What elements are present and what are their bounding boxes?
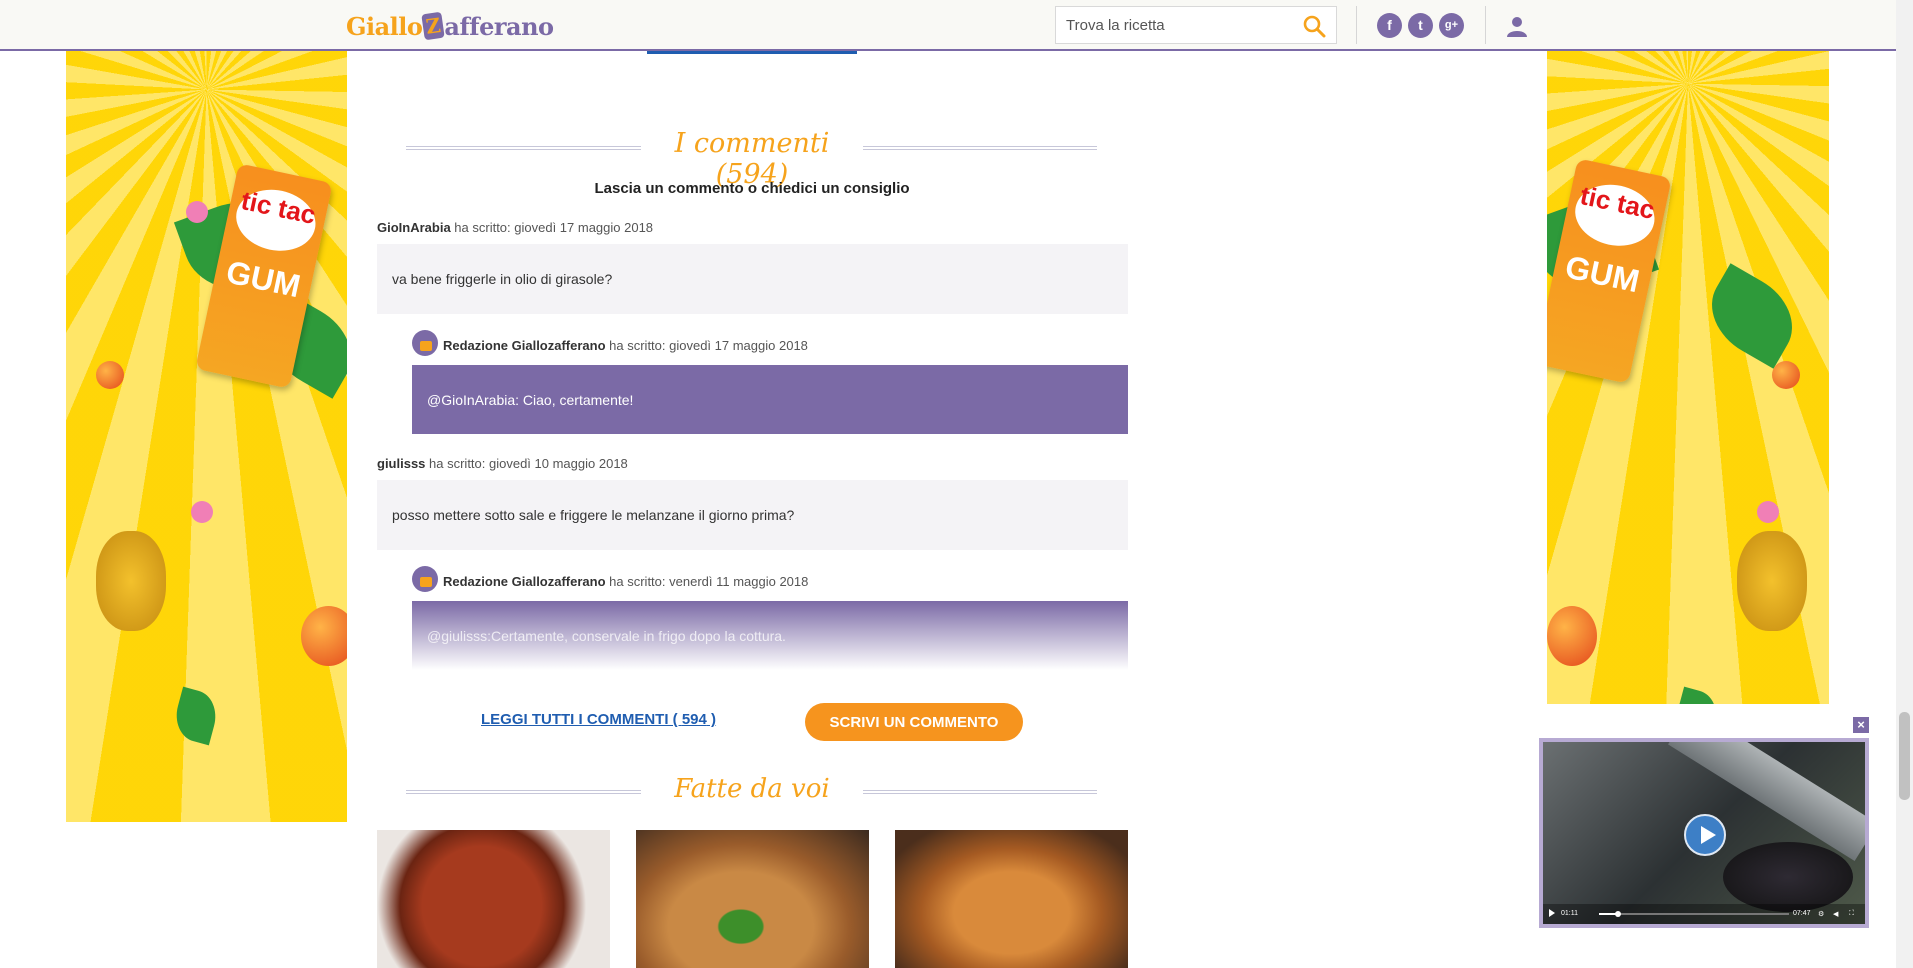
ad-product-label: GUM (223, 253, 304, 305)
ad-banner-right[interactable]: tic tac GUM (1547, 51, 1829, 704)
comment-author[interactable]: giulisss (377, 456, 425, 471)
user-photo-thumbnail[interactable] (895, 830, 1128, 968)
reply-text: @giulisss:Certamente, conservale in frig… (427, 627, 786, 644)
link-underline-fragment (647, 51, 857, 54)
comment-body: posso mettere sotto sale e friggere le m… (377, 480, 1128, 550)
video-player[interactable]: 01:11 07:47 ⚙ ◀ ⛶ (1539, 738, 1869, 928)
ad-flower (186, 201, 208, 223)
comment-body: va bene friggerle in olio di girasole? (377, 244, 1128, 314)
section-divider (406, 790, 641, 794)
facebook-icon[interactable]: f (1377, 13, 1402, 38)
user-photo-thumbnail[interactable] (636, 830, 869, 968)
ad-brand-label: tic tac (230, 182, 322, 258)
ad-mango (1547, 606, 1597, 666)
comment-meta: giulisss ha scritto: giovedì 10 maggio 2… (377, 456, 628, 471)
read-all-label: LEGGI TUTTI I COMMENTI ( (481, 711, 682, 728)
fatte-da-voi-title: Fatte da voi (674, 774, 830, 804)
comments-subtitle: Lascia un commento o chiedici un consigl… (594, 180, 910, 197)
twitter-icon[interactable]: t (1408, 13, 1433, 38)
ad-banner-left[interactable]: tic tac GUM (66, 51, 347, 822)
comment-text: posso mettere sotto sale e friggere le m… (392, 507, 795, 523)
header-divider (1485, 6, 1486, 44)
video-controls: 01:11 07:47 ⚙ ◀ ⛶ (1543, 904, 1865, 924)
comment-text: va bene friggerle in olio di girasole? (392, 271, 613, 287)
reply-date: ha scritto: giovedì 17 maggio 2018 (605, 338, 808, 353)
reply-date: ha scritto: venerdì 11 maggio 2018 (605, 574, 809, 589)
ad-brand-label: tic tac (1569, 177, 1661, 253)
ad-mango (301, 606, 347, 666)
reply-author: Redazione Giallozafferano (443, 574, 606, 589)
ad-pineapple (96, 531, 166, 631)
ad-product-label: GUM (1562, 248, 1643, 300)
settings-icon[interactable]: ⚙ (1818, 910, 1824, 918)
write-comment-button[interactable]: SCRIVI UN COMMENTO (805, 703, 1023, 741)
play-small-icon[interactable] (1549, 909, 1555, 917)
ad-flower (191, 501, 213, 523)
read-all-count: 594 (681, 711, 707, 728)
section-divider (863, 790, 1097, 794)
user-icon[interactable] (1505, 14, 1529, 38)
read-all-comments-link[interactable]: LEGGI TUTTI I COMMENTI ( 594 ) (481, 711, 716, 728)
reply-text: @GioInArabia: Ciao, certamente! (427, 391, 634, 408)
section-divider (406, 146, 641, 150)
ad-fruit (1772, 361, 1800, 389)
user-photo-thumbnail[interactable] (377, 830, 610, 968)
read-all-suffix: ) (706, 711, 717, 728)
page-scrollbar[interactable] (1896, 0, 1913, 968)
search-icon[interactable] (1302, 14, 1326, 38)
video-progress-handle[interactable] (1615, 911, 1621, 917)
search-box (1055, 6, 1337, 44)
reply-author: Redazione Giallozafferano (443, 338, 606, 353)
ad-fruit (96, 361, 124, 389)
reply-meta: Redazione Giallozafferano ha scritto: ve… (443, 574, 808, 589)
comment-date: ha scritto: giovedì 10 maggio 2018 (425, 456, 628, 471)
logo-z-badge: Z (421, 11, 446, 41)
comment-author[interactable]: GioInArabia (377, 220, 451, 235)
reply-meta: Redazione Giallozafferano ha scritto: gi… (443, 338, 808, 353)
google-plus-icon[interactable]: g+ (1439, 13, 1464, 38)
site-header: GialloZafferano f t g+ (0, 0, 1896, 51)
comment-meta: GioInArabia ha scritto: giovedì 17 maggi… (377, 220, 653, 235)
header-divider (1356, 6, 1357, 44)
video-play-icon[interactable] (1684, 814, 1726, 856)
video-time-total: 07:47 (1793, 910, 1811, 917)
logo-part-afferano: afferano (444, 11, 554, 41)
fullscreen-icon[interactable]: ⛶ (1849, 910, 1854, 918)
video-time-current: 01:11 (1561, 910, 1578, 917)
site-logo[interactable]: Giallo Zafferano (346, 10, 554, 42)
ad-pineapple (1737, 531, 1807, 631)
search-input[interactable] (1056, 7, 1286, 43)
video-close-icon[interactable]: × (1853, 717, 1869, 733)
logo-part-giallo: Giallo (346, 11, 423, 41)
reply-body: @giulisss:Certamente, conservale in frig… (412, 601, 1128, 670)
reply-body: @GioInArabia: Ciao, certamente! (412, 365, 1128, 434)
comment-date: ha scritto: giovedì 17 maggio 2018 (450, 220, 654, 235)
volume-icon[interactable]: ◀ (1833, 910, 1838, 918)
giallozafferano-avatar-icon (412, 330, 438, 356)
ad-flower (1757, 501, 1779, 523)
page-scrollbar-thumb[interactable] (1899, 712, 1910, 800)
section-divider (863, 146, 1097, 150)
video-frame-eggplant (1723, 842, 1853, 912)
video-progress-bar[interactable] (1599, 913, 1789, 915)
giallozafferano-avatar-icon (412, 566, 438, 592)
